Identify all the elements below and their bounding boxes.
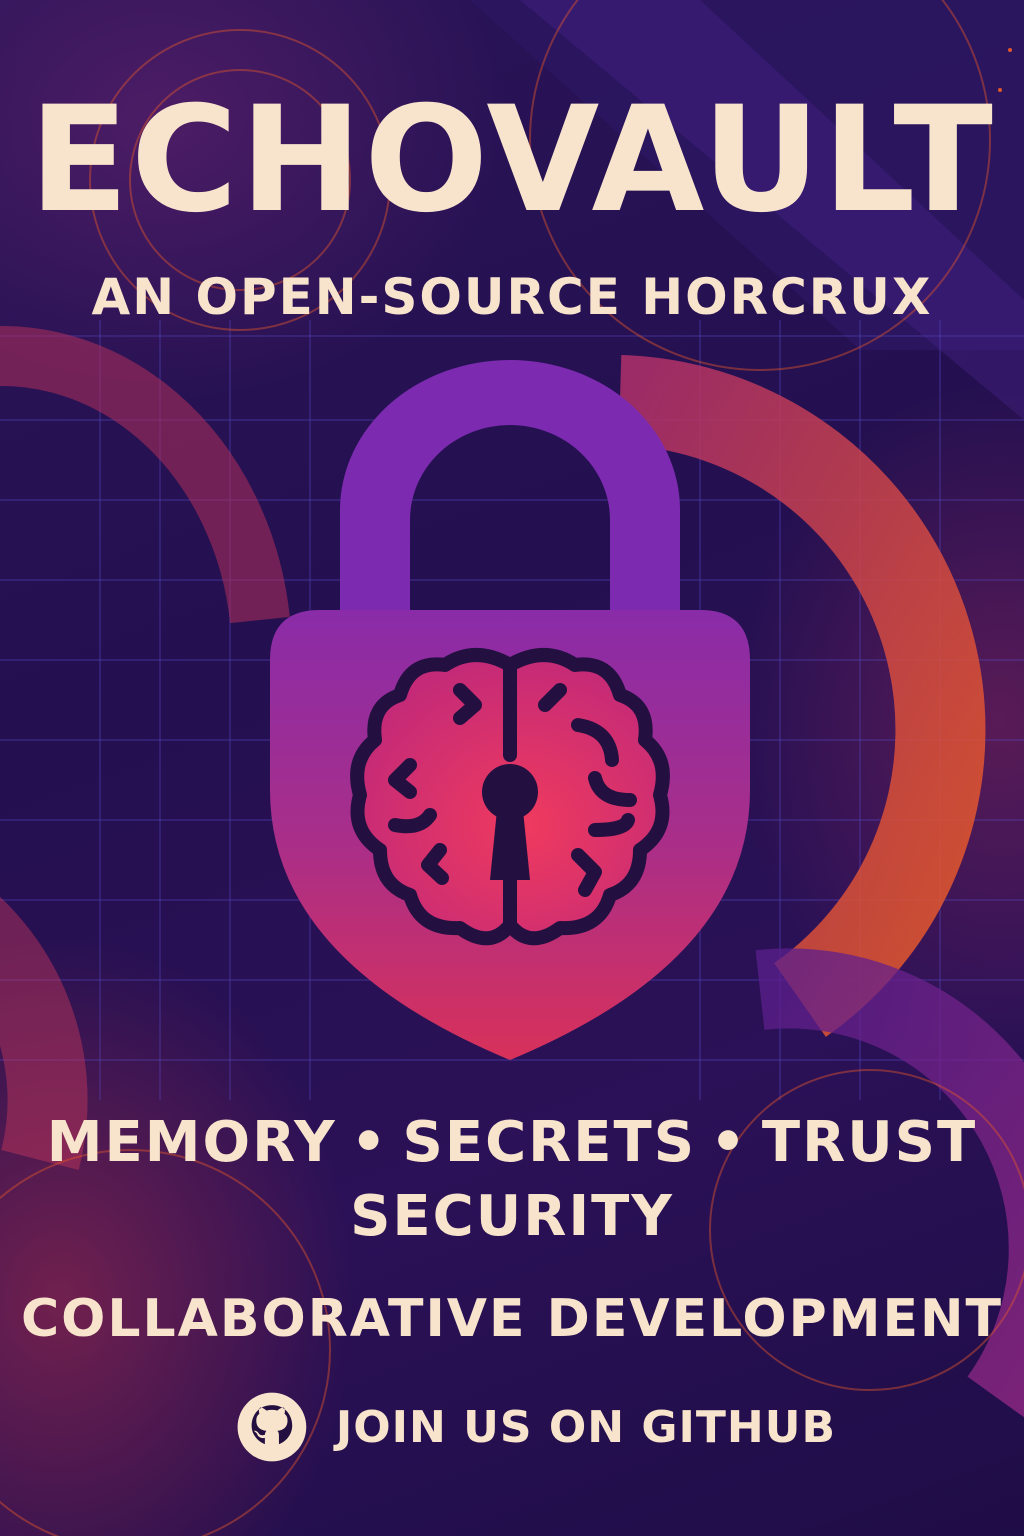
separator-dot: • [710, 1110, 748, 1175]
separator-dot: • [350, 1110, 389, 1175]
tagline-memory: MEMORY [46, 1110, 337, 1175]
tagline-trust: TRUST [761, 1110, 978, 1175]
github-link[interactable]: JOIN US ON GITHUB [236, 1382, 836, 1472]
poster: ECHOVAULT AN OPEN-SOURCE HORCRUX MEMORY … [0, 0, 1024, 1536]
tagline-secrets: SECRETS [402, 1110, 697, 1175]
tagline-security: SECURITY [350, 1184, 674, 1249]
subtitle: AN OPEN-SOURCE HORCRUX [91, 268, 933, 326]
app-title: ECHOVAULT [29, 75, 995, 245]
padlock-brain-icon [260, 360, 760, 1070]
tagline-values: MEMORY • SECRETS • TRUST [0, 1108, 1024, 1178]
tagline-collab: COLLABORATIVE DEVELOPMENT [21, 1289, 1003, 1349]
github-icon [237, 1392, 307, 1462]
github-link-label[interactable]: JOIN US ON GITHUB [336, 1402, 836, 1453]
